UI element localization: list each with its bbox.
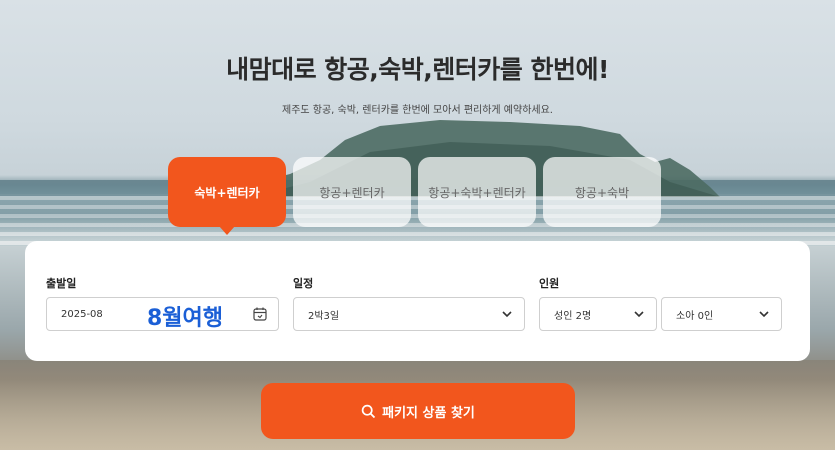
search-button-label: 패키지 상품 찾기 <box>382 405 475 421</box>
adults-select[interactable]: 성인 2명 <box>539 297 657 331</box>
search-icon <box>361 404 376 418</box>
chevron-down-icon <box>502 311 512 318</box>
people-label: 인원 <box>539 277 560 290</box>
tab-flight-lodging-rentcar[interactable]: 항공+숙박+렌터카 <box>418 157 536 227</box>
children-value: 소아 0인 <box>676 310 714 322</box>
adults-value: 성인 2명 <box>554 310 592 322</box>
tab-lodging-rentcar[interactable]: 숙박+렌터카 <box>168 157 286 235</box>
tab-flight-rentcar[interactable]: 항공+렌터카 <box>293 157 411 227</box>
schedule-value: 2박3일 <box>308 310 340 322</box>
chevron-down-icon <box>759 311 769 318</box>
page-title: 내맘대로 항공,숙박,렌터카를 한번에! <box>226 55 609 84</box>
overlay-annotation-text: 8월여행 <box>147 306 224 331</box>
chevron-down-icon <box>634 311 644 318</box>
schedule-select[interactable]: 2박3일 <box>293 297 525 331</box>
search-package-button[interactable]: 패키지 상품 찾기 <box>261 383 575 439</box>
calendar-icon[interactable] <box>252 306 268 322</box>
departure-label: 출발일 <box>46 277 77 290</box>
departure-date-value: 2025-08 <box>61 308 103 320</box>
page-subtitle: 제주도 항공, 숙박, 렌터카를 한번에 모아서 편리하게 예약하세요. <box>282 105 553 116</box>
children-select[interactable]: 소아 0인 <box>661 297 782 331</box>
tab-flight-lodging[interactable]: 항공+숙박 <box>543 157 661 227</box>
departure-date-field[interactable]: 2025-08 8월여행 <box>46 297 279 331</box>
schedule-label: 일정 <box>293 277 314 290</box>
search-form-panel: 출발일 2025-08 8월여행 일정 2박3일 인원 성인 2명 소아 0인 <box>25 241 810 361</box>
